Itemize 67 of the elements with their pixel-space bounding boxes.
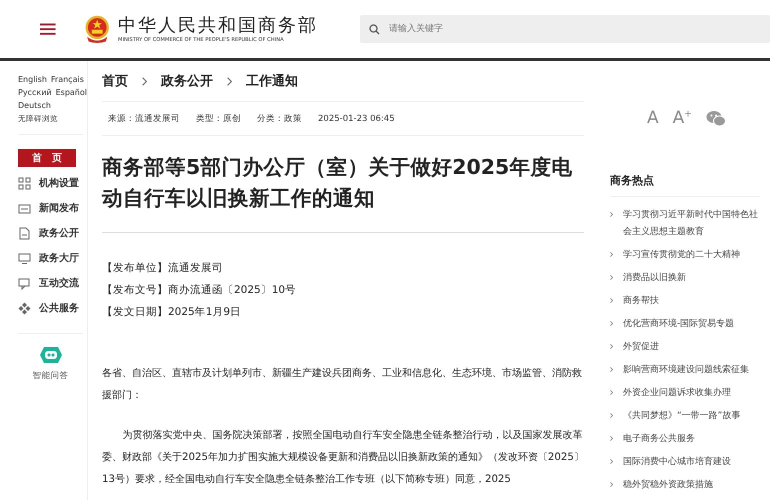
wechat-icon[interactable] <box>706 110 726 126</box>
meta-text: 分类：政策 <box>257 112 302 124</box>
nav-item[interactable]: 政务大厅 <box>18 249 83 267</box>
chevron-icon <box>610 436 613 441</box>
hot-topic-link[interactable]: 学习贯彻习近平新时代中国特色社会主义思想主题教育 <box>623 207 760 241</box>
nav-item[interactable]: 政务公开 <box>18 224 83 242</box>
hot-topic-link[interactable]: 消费品以旧换新 <box>623 270 686 287</box>
grid-icon <box>18 176 31 190</box>
nav-item[interactable]: 首 页 <box>18 149 76 167</box>
hot-topic-link[interactable]: 商务帮扶 <box>623 293 659 310</box>
breadcrumb-link[interactable]: 首页 <box>102 72 128 90</box>
chevron-icon <box>227 76 232 86</box>
hot-topic-link[interactable]: 外资企业问题诉求收集办理 <box>623 385 731 402</box>
chevron-icon <box>610 367 613 372</box>
chevron-icon <box>610 212 613 217</box>
hot-topic-link[interactable]: 优化营商环境-国际贸易专题 <box>623 316 734 333</box>
hot-topic-link[interactable]: 稳外贸稳外资政策措施 <box>623 477 713 494</box>
language-link[interactable]: Deutsch <box>18 101 51 110</box>
nav-item[interactable]: 机构设置 <box>18 174 83 192</box>
chevron-icon <box>610 413 613 418</box>
hot-topic-link[interactable]: 国际消费中心城市培育建设 <box>623 454 731 471</box>
breadcrumb-link[interactable]: 政务公开 <box>161 72 213 90</box>
nav-item[interactable]: 互动交流 <box>18 274 83 292</box>
search-icon <box>369 24 380 35</box>
info-line: 【发布文号】商办流通函〔2025〕10号 <box>102 283 298 298</box>
robot-icon[interactable] <box>38 346 62 364</box>
info-line: 【发文日期】2025年1月9日 <box>102 305 242 320</box>
font-size-button[interactable]: A <box>647 108 659 128</box>
nav-item[interactable]: 公共服务 <box>18 299 83 317</box>
chevron-icon <box>610 321 613 326</box>
assistant-label[interactable]: 智能问答 <box>32 370 68 382</box>
chevron-icon <box>610 252 613 257</box>
nav-item[interactable]: 新闻发布 <box>18 199 83 217</box>
monitor-icon <box>18 252 31 264</box>
diamond-icon <box>18 302 31 314</box>
hot-topic-link[interactable]: 电子商务公共服务 <box>623 431 695 448</box>
chevron-icon <box>142 76 147 86</box>
hot-topic-link[interactable]: 影响营商环境建设问题线索征集 <box>623 362 749 379</box>
chevron-icon <box>610 459 613 464</box>
chevron-icon <box>610 482 613 487</box>
site-title: 中华人民共和国商务部 <box>118 15 318 37</box>
paragraph: 为贯彻落实党中央、国务院决策部署，按照全国电动自行车安全隐患全链条整治行动，以及国家发展改革委、财政部《关于2025年加力扩围实施大规模设备更新和消费品以旧换新政策的通知》（发改环资〔2025〕13号）要求，经全国电动自行车安全隐患全链条整治工作专班（以下简称专班）同意，2025 <box>102 428 584 487</box>
hot-topic-link[interactable]: 外贸促进 <box>623 339 659 356</box>
menu-icon[interactable] <box>40 21 56 37</box>
language-link[interactable]: Español <box>56 88 87 97</box>
language-link[interactable]: English <box>18 75 47 84</box>
info-line: 【发布单位】流通发展司 <box>102 261 224 276</box>
chevron-icon <box>610 390 613 395</box>
font-size-button[interactable]: A$^{+}$ <box>672 108 692 128</box>
search-field[interactable]: 请输入关键字 <box>360 15 770 43</box>
article-title: 商务部等5部门办公厅（室）关于做好2025年度电动自行车以旧换新工作的通知 <box>102 136 584 233</box>
chevron-icon <box>610 275 613 280</box>
language-link[interactable]: Русский <box>18 88 52 97</box>
meta-text: 类型：原创 <box>196 112 241 124</box>
screen-icon <box>18 202 31 214</box>
document-icon <box>18 226 31 240</box>
chevron-icon <box>610 298 613 303</box>
chat-icon <box>18 276 31 290</box>
breadcrumb-link[interactable]: 工作通知 <box>246 72 298 90</box>
hot-topic-link[interactable]: 学习宣传贯彻党的二十大精神 <box>623 247 740 264</box>
paragraph: 各省、自治区、直辖市及计划单列市、新疆生产建设兵团商务、工业和信息化、生态环境、市场监管、消防救援部门： <box>102 366 583 403</box>
chevron-icon <box>610 344 613 349</box>
language-link[interactable]: Français <box>50 75 84 84</box>
hot-topic-link[interactable]: 《共同梦想》“一带一路”故事 <box>623 408 740 425</box>
meta-text: 2025-01-23 06:45 <box>318 114 395 124</box>
section-title: 商务热点 <box>610 173 760 197</box>
meta-text: 来源：流通发展司 <box>108 112 180 124</box>
